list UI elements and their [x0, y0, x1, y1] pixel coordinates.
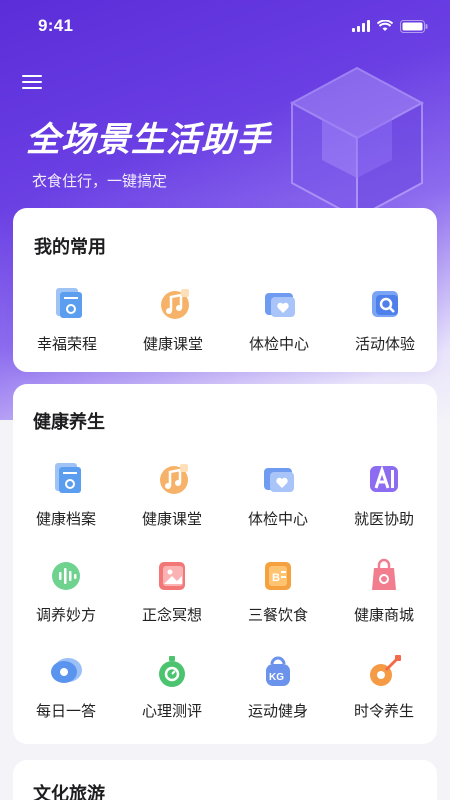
chat-bubble-icon — [51, 658, 82, 683]
grid-item-label: 时令养生 — [353, 703, 414, 720]
grid-item[interactable]: 调养妙方 — [13, 544, 119, 640]
grid-item[interactable]: 正念冥想 — [119, 544, 225, 640]
hero-subtitle: 衣食住行，一键搞定 — [32, 173, 168, 190]
grid-item-label: 心理测评 — [141, 703, 202, 720]
grid-item[interactable]: 时令养生 — [331, 640, 437, 736]
frequent-grid: 幸福荣程 健康课堂 体检中心 活动体验 — [14, 273, 438, 369]
grid-item[interactable]: 体检中心 — [226, 273, 332, 369]
grid-item[interactable]: 体检中心 — [225, 448, 331, 544]
grid-item[interactable]: 幸福荣程 — [14, 273, 120, 369]
audio-wave-icon — [52, 562, 80, 590]
guitar-icon — [370, 655, 401, 686]
status-bar: 9:41 — [0, 0, 450, 52]
grid-item-label: 调养妙方 — [35, 607, 96, 624]
svg-text:KG: KG — [269, 672, 284, 683]
grid-item-label: 健康课堂 — [141, 511, 202, 528]
grid-item-label: 三餐饮食 — [247, 607, 308, 624]
section-title: 我的常用 — [34, 237, 106, 257]
menu-card-icon: B — [265, 562, 291, 590]
search-book-icon — [372, 291, 398, 317]
music-note-icon — [160, 464, 188, 494]
grid-item-label: 每日一答 — [35, 703, 96, 720]
grid-item-label: 活动体验 — [354, 336, 415, 353]
section-title: 健康养生 — [33, 412, 105, 432]
grid-item[interactable]: 心理测评 — [119, 640, 225, 736]
grid-item[interactable]: 每日一答 — [13, 640, 119, 736]
grid-item-label: 健康课堂 — [142, 336, 203, 353]
kettlebell-icon: KG — [266, 656, 290, 686]
health-section: 健康养生 健康档案 健康课堂 体检中心 就医协助调养妙方 正念冥想 B 三餐饮食 健康商城每日… — [13, 384, 437, 744]
signal-icon — [352, 20, 370, 32]
grid-item[interactable]: 就医协助 — [331, 448, 437, 544]
receipt-icon — [56, 288, 82, 318]
grid-item[interactable]: KG 运动健身 — [225, 640, 331, 736]
grid-item-label: 健康商城 — [353, 607, 414, 624]
grid-item[interactable]: 活动体验 — [332, 273, 438, 369]
music-note-icon — [161, 289, 189, 319]
section-title: 文化旅游 — [33, 784, 105, 800]
menu-icon[interactable] — [22, 72, 44, 92]
grid-item[interactable]: 健康档案 — [13, 448, 119, 544]
grid-item-label: 运动健身 — [247, 703, 308, 720]
frequent-section: 我的常用 幸福荣程 健康课堂 体检中心 活动体验 — [13, 208, 437, 372]
grid-item-label: 就医协助 — [353, 511, 414, 528]
ai-icon — [370, 465, 398, 492]
battery-icon — [400, 19, 428, 33]
grid-item[interactable]: 健康课堂 — [120, 273, 226, 369]
grid-item-label: 体检中心 — [248, 336, 309, 353]
receipt-icon — [55, 463, 81, 493]
status-icons — [352, 19, 428, 33]
grid-item-label: 体检中心 — [247, 511, 308, 528]
wifi-icon — [377, 20, 393, 31]
status-time: 9:41 — [38, 16, 74, 35]
grid-item[interactable]: B 三餐饮食 — [225, 544, 331, 640]
culture-section: 文化旅游 — [13, 760, 437, 800]
stopwatch-icon — [159, 656, 185, 687]
grid-item[interactable]: 健康课堂 — [119, 448, 225, 544]
grid-item[interactable]: 健康商城 — [331, 544, 437, 640]
grid-item-label: 正念冥想 — [141, 607, 202, 624]
cube-illustration-icon — [289, 66, 425, 220]
svg-text:B: B — [272, 572, 280, 584]
hero-title: 全场景生活助手 — [26, 121, 271, 159]
health-grid: 健康档案 健康课堂 体检中心 就医协助调养妙方 正念冥想 B 三餐饮食 健康商城每日一答 心理测… — [13, 448, 437, 736]
shopping-bag-icon — [372, 558, 396, 590]
health-card-icon — [264, 468, 294, 492]
health-card-icon — [265, 293, 295, 317]
grid-item-label: 幸福荣程 — [36, 336, 97, 353]
picture-icon — [159, 562, 185, 590]
grid-item-label: 健康档案 — [35, 511, 96, 528]
